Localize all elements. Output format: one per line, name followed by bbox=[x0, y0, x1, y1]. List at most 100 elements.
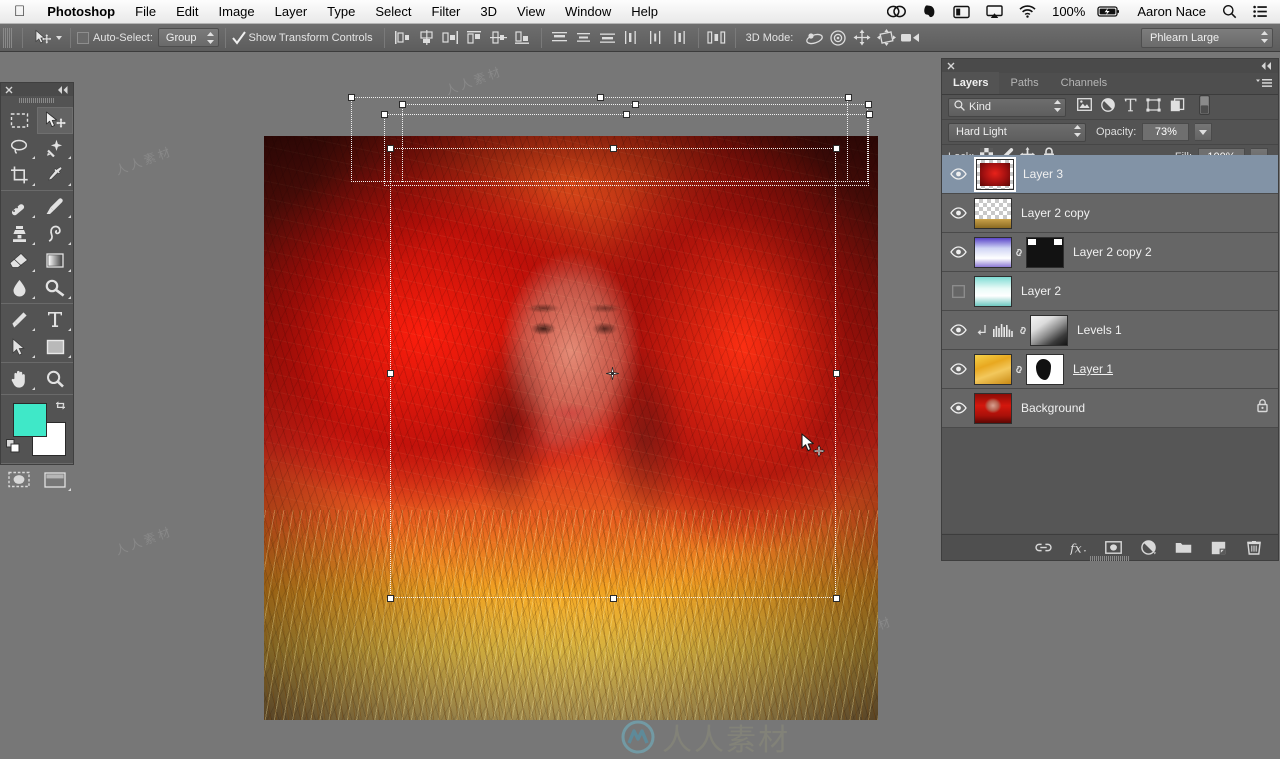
layer-visibility-toggle[interactable] bbox=[942, 311, 974, 350]
apple-logo-icon[interactable]:  bbox=[0, 4, 37, 19]
layer-visibility-toggle[interactable] bbox=[942, 233, 974, 272]
menu-item-view[interactable]: View bbox=[507, 0, 555, 24]
tab-layers[interactable]: Layers bbox=[942, 72, 1000, 94]
close-icon[interactable] bbox=[5, 81, 13, 99]
layer-mask-thumbnail[interactable] bbox=[1026, 353, 1064, 385]
align-bottom-edges-icon[interactable] bbox=[511, 27, 535, 49]
quick-selection-tool[interactable] bbox=[37, 134, 73, 161]
options-bar-grip[interactable] bbox=[3, 27, 12, 48]
rectangle-shape-tool[interactable] bbox=[37, 333, 73, 360]
transform-handle[interactable] bbox=[348, 94, 355, 101]
transform-handle[interactable] bbox=[597, 94, 604, 101]
layer-list[interactable]: Layer 3 Layer 2 copy Layer 2 copy 2 Laye… bbox=[942, 155, 1278, 533]
layer-row-background[interactable]: Background bbox=[942, 389, 1278, 428]
layer-row-layer-2-copy[interactable]: Layer 2 copy bbox=[942, 194, 1278, 233]
layer-visibility-toggle[interactable] bbox=[942, 389, 974, 428]
distribute-right-edges-icon[interactable] bbox=[668, 27, 692, 49]
spot-healing-brush-tool[interactable] bbox=[1, 193, 37, 220]
mask-link-icon[interactable] bbox=[1012, 363, 1026, 376]
foreground-color-swatch[interactable] bbox=[13, 403, 47, 437]
chevron-down-icon[interactable] bbox=[56, 35, 62, 40]
filter-pixel-layers-icon[interactable] bbox=[1077, 98, 1092, 116]
layer-row-layer-3[interactable]: Layer 3 bbox=[942, 155, 1278, 194]
type-tool[interactable] bbox=[37, 306, 73, 333]
layer-thumbnail[interactable] bbox=[974, 392, 1012, 424]
add-layer-mask-icon[interactable] bbox=[1105, 539, 1122, 556]
chevron-down-icon[interactable] bbox=[1195, 123, 1213, 141]
menu-item-image[interactable]: Image bbox=[209, 0, 265, 24]
layer-mask-thumbnail[interactable] bbox=[1026, 236, 1064, 268]
new-adjustment-layer-icon[interactable] bbox=[1140, 539, 1157, 556]
transform-handle[interactable] bbox=[399, 101, 406, 108]
path-selection-tool[interactable] bbox=[1, 333, 37, 360]
transform-handle-bottom-left[interactable] bbox=[387, 595, 394, 602]
layer-name[interactable]: Layer 3 bbox=[1023, 167, 1063, 181]
layer-visibility-toggle[interactable] bbox=[942, 272, 974, 311]
drag-3d-object-icon[interactable] bbox=[850, 27, 874, 49]
transform-handle[interactable] bbox=[866, 111, 873, 118]
display-arrangement-icon[interactable] bbox=[945, 0, 978, 24]
mask-link-icon[interactable] bbox=[1016, 324, 1030, 337]
distribute-vertical-centers-icon[interactable] bbox=[572, 27, 596, 49]
transform-handle[interactable] bbox=[632, 101, 639, 108]
layer-thumbnail[interactable] bbox=[974, 275, 1012, 307]
align-vertical-centers-icon[interactable] bbox=[487, 27, 511, 49]
menu-item-layer[interactable]: Layer bbox=[265, 0, 318, 24]
layer-filter-kind-dropdown[interactable]: Kind bbox=[948, 97, 1066, 117]
evernote-elephant-icon[interactable] bbox=[914, 0, 945, 24]
screen-mode-icon[interactable] bbox=[37, 466, 73, 493]
distribute-horizontal-centers-icon[interactable] bbox=[644, 27, 668, 49]
align-left-edges-icon[interactable] bbox=[391, 27, 415, 49]
default-colors-icon[interactable] bbox=[6, 439, 20, 458]
transform-handle-top-center[interactable] bbox=[610, 145, 617, 152]
new-group-icon[interactable] bbox=[1175, 539, 1192, 556]
mask-link-icon[interactable] bbox=[1012, 246, 1026, 259]
panel-menu-icon[interactable] bbox=[1250, 72, 1278, 94]
filter-type-layers-icon[interactable] bbox=[1124, 98, 1137, 117]
tab-channels[interactable]: Channels bbox=[1050, 72, 1118, 94]
scale-3d-object-icon[interactable] bbox=[898, 27, 922, 49]
move-tool[interactable] bbox=[37, 107, 73, 134]
menu-item-window[interactable]: Window bbox=[555, 0, 621, 24]
filter-smart-object-layers-icon[interactable] bbox=[1170, 97, 1185, 117]
blur-tool[interactable] bbox=[1, 274, 37, 301]
menu-item-help[interactable]: Help bbox=[621, 0, 668, 24]
levels-adjustment-icon[interactable] bbox=[990, 323, 1016, 337]
workspace-switcher[interactable]: Phlearn Large bbox=[1141, 28, 1273, 48]
auto-select-checkbox[interactable] bbox=[77, 31, 89, 44]
eyedropper-tool[interactable] bbox=[37, 161, 73, 188]
blend-mode-dropdown[interactable]: Hard Light bbox=[948, 122, 1086, 142]
eraser-tool[interactable] bbox=[1, 247, 37, 274]
panel-res ize-grip[interactable] bbox=[1090, 556, 1130, 561]
layer-name[interactable]: Layer 1 bbox=[1073, 362, 1113, 376]
menu-item-filter[interactable]: Filter bbox=[422, 0, 471, 24]
layer-row-levels-1[interactable]: Levels 1 bbox=[942, 311, 1278, 350]
menu-item-type[interactable]: Type bbox=[317, 0, 365, 24]
lasso-tool[interactable] bbox=[1, 134, 37, 161]
align-top-edges-icon[interactable] bbox=[463, 27, 487, 49]
transform-handle-bottom-center[interactable] bbox=[610, 595, 617, 602]
airplay-icon[interactable] bbox=[978, 0, 1011, 24]
transform-handle-top-right[interactable] bbox=[833, 145, 840, 152]
show-transform-checkbox[interactable] bbox=[231, 31, 246, 45]
brush-tool[interactable] bbox=[37, 193, 73, 220]
distribute-left-edges-icon[interactable] bbox=[620, 27, 644, 49]
new-layer-icon[interactable] bbox=[1210, 539, 1227, 556]
transform-handle[interactable] bbox=[845, 94, 852, 101]
layer-thumbnail[interactable] bbox=[974, 353, 1012, 385]
layer-row-layer-1[interactable]: Layer 1 bbox=[942, 350, 1278, 389]
dodge-tool[interactable] bbox=[37, 274, 73, 301]
rotate-3d-object-icon[interactable] bbox=[802, 27, 826, 49]
layer-thumbnail[interactable] bbox=[974, 197, 1012, 229]
tool-preset-picker[interactable] bbox=[29, 28, 64, 48]
filter-toggle-switch-icon[interactable] bbox=[1199, 94, 1211, 120]
delete-layer-icon[interactable] bbox=[1245, 539, 1262, 556]
history-brush-tool[interactable] bbox=[37, 220, 73, 247]
tab-paths[interactable]: Paths bbox=[999, 72, 1049, 94]
slide-3d-object-icon[interactable] bbox=[874, 27, 898, 49]
creative-cloud-icon[interactable] bbox=[879, 0, 914, 24]
swap-colors-icon[interactable] bbox=[54, 399, 67, 417]
layer-row-layer-2-copy-2[interactable]: Layer 2 copy 2 bbox=[942, 233, 1278, 272]
transform-handle[interactable] bbox=[381, 111, 388, 118]
hand-tool[interactable] bbox=[1, 365, 37, 392]
